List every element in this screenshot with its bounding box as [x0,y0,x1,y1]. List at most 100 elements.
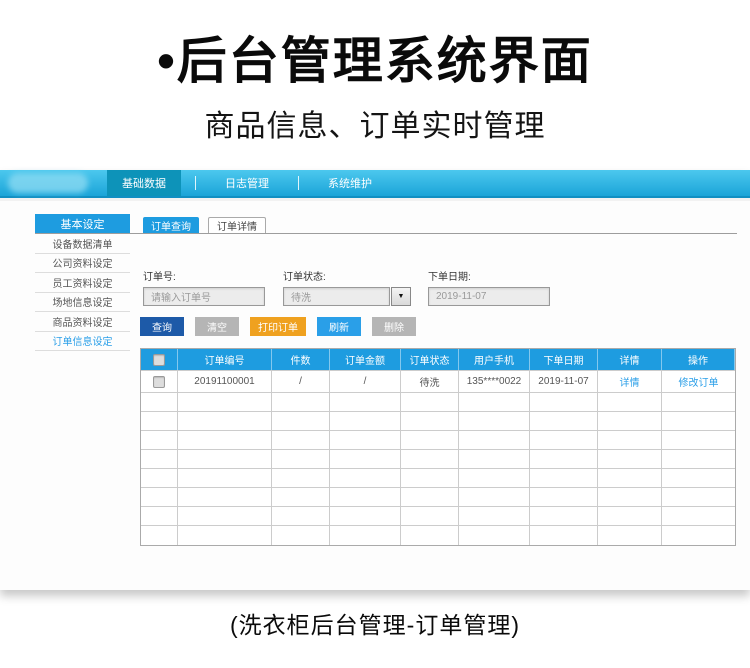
col-amount: 订单金额 [330,349,401,370]
tab-order-query[interactable]: 订单查询 [143,217,199,233]
admin-screenshot: 基础数据 日志管理 系统维护 基本设定 设备数据清单 公司资料设定 员工资料设定… [0,170,750,590]
detail-link[interactable]: 详情 [620,374,640,389]
order-date-input[interactable]: 2019-11-07 [428,287,550,306]
empty-cell [330,526,401,545]
col-order-no: 订单编号 [178,349,272,370]
table-row [141,431,735,450]
order-date-label: 下单日期: [428,268,550,283]
sidebar-header-basic-settings[interactable]: 基本设定 [35,214,130,233]
table-row [141,507,735,526]
empty-cell [459,488,530,506]
content-panel: 基本设定 设备数据清单 公司资料设定 员工资料设定 场地信息设定 商品资料设定 … [0,198,750,590]
select-all-checkbox[interactable] [153,354,165,366]
table-header-row: 订单编号 件数 订单金额 订单状态 用户手机 下单日期 详情 操作 [141,349,735,371]
empty-cell [459,450,530,468]
page-title: •后台管理系统界面 [0,34,750,89]
empty-cell [141,507,178,525]
table-row [141,412,735,431]
action-buttons: 查询 清空 打印订单 刷新 删除 [140,317,416,336]
cell-date: 2019-11-07 [530,371,598,392]
sidebar-item-product-info[interactable]: 商品资料设定 [35,312,130,332]
empty-cell [141,526,178,545]
empty-cell [662,526,735,545]
order-tabs: 订单查询 订单详情 [143,217,266,233]
table-row [141,450,735,469]
empty-cell [662,507,735,525]
sidebar: 设备数据清单 公司资料设定 员工资料设定 场地信息设定 商品资料设定 订单信息设… [35,234,130,351]
query-button[interactable]: 查询 [140,317,184,336]
header-divider [35,233,737,234]
empty-cell [401,450,459,468]
empty-cell [662,393,735,411]
empty-cell [401,431,459,449]
clear-button[interactable]: 清空 [195,317,239,336]
empty-cell [598,412,662,430]
empty-cell [141,488,178,506]
empty-cell [178,431,272,449]
orders-table-body-empty [141,393,735,545]
order-status-value: 待洗 [283,287,390,306]
chevron-down-icon[interactable]: ▼ [391,287,411,306]
tab-order-detail[interactable]: 订单详情 [208,217,266,233]
empty-cell [598,507,662,525]
cell-order-no: 20191100001 [178,371,272,392]
empty-cell [598,469,662,487]
cell-detail: 详情 [598,371,662,392]
order-no-group: 订单号: 请输入订单号 [143,268,265,306]
empty-cell [272,450,330,468]
empty-cell [530,431,598,449]
nav-tabs: 基础数据 日志管理 系统维护 [107,170,387,196]
delete-button[interactable]: 删除 [372,317,416,336]
empty-cell [598,488,662,506]
empty-cell [662,469,735,487]
empty-cell [272,488,330,506]
order-status-select[interactable]: 待洗 ▼ [283,287,411,306]
empty-cell [178,393,272,411]
empty-cell [530,488,598,506]
empty-cell [330,507,401,525]
order-status-label: 订单状态: [283,268,411,283]
empty-cell [530,450,598,468]
sidebar-item-order-info[interactable]: 订单信息设定 [35,332,130,352]
print-order-button[interactable]: 打印订单 [250,317,306,336]
empty-cell [459,431,530,449]
empty-cell [178,450,272,468]
empty-cell [141,431,178,449]
empty-cell [662,450,735,468]
poster-header: •后台管理系统界面 商品信息、订单实时管理 [0,34,750,145]
modify-order-link[interactable]: 修改订单 [679,374,719,389]
nav-separator [195,176,196,190]
page-subtitle: 商品信息、订单实时管理 [0,101,750,145]
table-row: 20191100001 / / 待洗 135****0022 2019-11-0… [141,371,735,393]
sidebar-item-site-info[interactable]: 场地信息设定 [35,293,130,313]
sidebar-item-company-info[interactable]: 公司资料设定 [35,254,130,274]
empty-cell [401,526,459,545]
table-row [141,469,735,488]
col-pieces: 件数 [272,349,330,370]
empty-cell [141,450,178,468]
nav-tab-system-maintenance[interactable]: 系统维护 [313,170,387,196]
nav-tab-log-management[interactable]: 日志管理 [210,170,284,196]
cell-pieces: / [272,371,330,392]
empty-cell [459,507,530,525]
empty-cell [272,412,330,430]
refresh-button[interactable]: 刷新 [317,317,361,336]
sidebar-item-device-data-list[interactable]: 设备数据清单 [35,234,130,254]
empty-cell [401,507,459,525]
cell-action: 修改订单 [662,371,735,392]
empty-cell [178,469,272,487]
empty-cell [401,469,459,487]
table-row [141,526,735,545]
empty-cell [530,412,598,430]
empty-cell [330,469,401,487]
select-all-cell [141,349,178,370]
row-checkbox[interactable] [153,376,165,388]
empty-cell [401,488,459,506]
nav-tab-basic-data[interactable]: 基础数据 [107,170,181,196]
order-no-input[interactable]: 请输入订单号 [143,287,265,306]
sidebar-item-employee-info[interactable]: 员工资料设定 [35,273,130,293]
empty-cell [272,431,330,449]
empty-cell [662,412,735,430]
empty-cell [330,431,401,449]
empty-cell [598,393,662,411]
